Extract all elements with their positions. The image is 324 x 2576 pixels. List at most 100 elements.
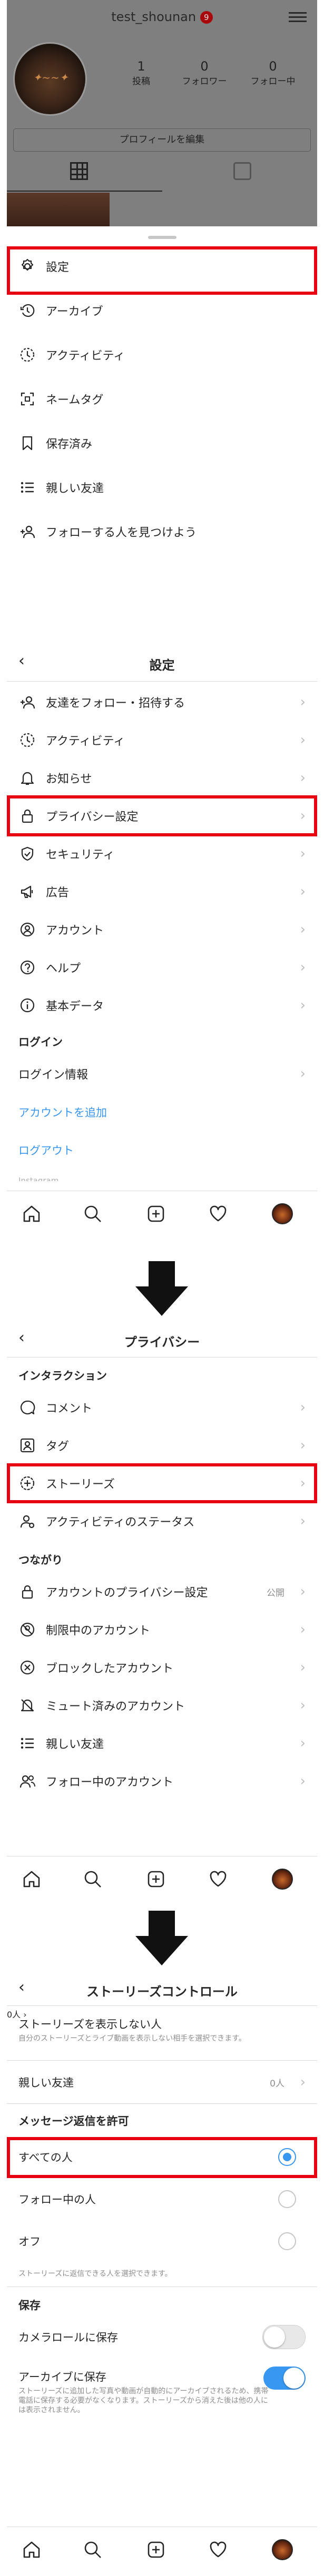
divider: [7, 2060, 317, 2061]
settings-item-notifications[interactable]: お知らせ ›: [7, 759, 317, 797]
lock-icon: [18, 1583, 36, 1601]
profile-avatar[interactable]: [270, 1867, 294, 1891]
profile-avatar[interactable]: [270, 2538, 294, 2562]
stat-following[interactable]: 0 フォロー中: [241, 59, 305, 87]
close-friends-icon: [18, 1734, 36, 1752]
down-arrow-icon: [135, 1911, 188, 1965]
menu-item-nametag[interactable]: ネームタグ: [7, 380, 317, 418]
nametag-icon: [18, 390, 36, 408]
chevron-right-icon: ›: [300, 1400, 306, 1415]
stat-followers[interactable]: 0 フォロワー: [175, 59, 233, 87]
story-controls-screen: ‹ ストーリーズコントロール ストーリーズを表示しない人 0人 › 自分のストー…: [7, 1971, 317, 2576]
camera-roll-row[interactable]: カメラロールに保存: [7, 2318, 317, 2356]
activity-icon: [18, 731, 36, 749]
heart-icon[interactable]: [206, 2538, 230, 2562]
divider: [7, 2103, 317, 2104]
privacy-item-blocked[interactable]: ブロックしたアカウント ›: [7, 1649, 317, 1686]
new-post-icon[interactable]: [144, 1867, 168, 1891]
privacy-item-comments[interactable]: コメント ›: [7, 1389, 317, 1426]
tag-icon: [18, 1436, 36, 1454]
grid-tab-icon[interactable]: [70, 162, 88, 180]
down-arrow-icon: [135, 1261, 188, 1316]
reply-section-header: メッセージ返信を許可: [18, 2115, 129, 2128]
settings-item-activity[interactable]: アクティビティ ›: [7, 721, 317, 759]
add-account-link[interactable]: アカウントを追加: [18, 1104, 107, 1120]
hide-story-row[interactable]: ストーリーズを表示しない人 0人 › 自分のストーリーズとライブ動画を表示しない…: [7, 2008, 317, 2058]
chevron-right-icon: ›: [300, 1584, 306, 1600]
search-icon[interactable]: [81, 1202, 105, 1226]
sheet-handle[interactable]: [148, 236, 176, 239]
chevron-right-icon: ›: [300, 1437, 306, 1453]
activity-icon: [18, 346, 36, 364]
settings-item-ads[interactable]: 広告 ›: [7, 873, 317, 911]
settings-item-about[interactable]: 基本データ ›: [7, 986, 317, 1024]
radio-unselected[interactable]: [278, 2232, 296, 2250]
home-icon[interactable]: [19, 1867, 44, 1891]
home-icon[interactable]: [19, 2538, 44, 2562]
camera-roll-toggle[interactable]: [262, 2325, 306, 2349]
header-divider: [7, 681, 317, 682]
chevron-right-icon: ›: [300, 694, 306, 710]
heart-icon[interactable]: [206, 1867, 230, 1891]
privacy-item-restricted[interactable]: 制限中のアカウント ›: [7, 1611, 317, 1649]
reply-hint: ストーリーズに返信できる人を選択できます。: [18, 2270, 172, 2278]
new-post-icon[interactable]: [144, 1202, 168, 1226]
bell-icon: [18, 769, 36, 787]
archive-description: ストーリーズに追加した写真や動画が自動的にアーカイブされるため、携帯電話に保存す…: [18, 2387, 269, 2414]
close-friends-icon: [18, 478, 36, 496]
settings-item-account[interactable]: アカウント ›: [7, 911, 317, 948]
settings-item-help[interactable]: ヘルプ ›: [7, 948, 317, 986]
close-friends-row[interactable]: 親しい友達 0人 ›: [7, 2063, 317, 2101]
chevron-right-icon: ›: [300, 770, 306, 786]
privacy-item-tags[interactable]: タグ ›: [7, 1426, 317, 1464]
menu-item-close-friends[interactable]: 親しい友達: [7, 468, 317, 506]
menu-item-saved[interactable]: 保存済み: [7, 424, 317, 462]
menu-item-activity[interactable]: アクティビティ: [7, 336, 317, 374]
profile-screen-dimmed: test_shounan 9 ✦~~✦ 1 投稿 0 フォロワー 0 フォロー中…: [7, 0, 317, 226]
menu-item-discover-people[interactable]: フォローする人を見つけよう: [7, 513, 317, 551]
megaphone-icon: [18, 883, 36, 901]
tagged-tab-icon[interactable]: [233, 162, 251, 180]
highlight-stories: [7, 1463, 317, 1503]
chevron-right-icon: ›: [300, 1773, 306, 1789]
home-icon[interactable]: [19, 1202, 44, 1226]
shield-icon: [18, 845, 36, 863]
settings-item-security[interactable]: セキュリティ ›: [7, 835, 317, 873]
logout-link[interactable]: ログアウト: [18, 1142, 74, 1158]
radio-unselected[interactable]: [278, 2190, 296, 2208]
edit-profile-button[interactable]: プロフィールを編集: [13, 128, 311, 152]
chevron-right-icon: ›: [300, 732, 306, 748]
profile-username[interactable]: test_shounan 9: [7, 9, 317, 24]
bookmark-icon: [18, 434, 36, 452]
blocked-icon: [18, 1659, 36, 1676]
privacy-item-following[interactable]: フォロー中のアカウント ›: [7, 1762, 317, 1800]
tab-indicator: [7, 191, 162, 192]
chevron-right-icon: ›: [300, 884, 306, 900]
muted-icon: [18, 1696, 36, 1714]
privacy-item-account-privacy[interactable]: アカウントのプライバシー設定 公開 ›: [7, 1573, 317, 1611]
page-title: 設定: [149, 658, 175, 673]
profile-avatar[interactable]: [270, 1202, 294, 1226]
reply-option-following[interactable]: フォロー中の人: [7, 2180, 317, 2218]
settings-item-follow-invite[interactable]: 友達をフォロー・招待する ›: [7, 683, 317, 721]
hamburger-menu-icon[interactable]: [289, 9, 307, 25]
privacy-item-activity-status[interactable]: アクティビティのステータス ›: [7, 1502, 317, 1540]
account-privacy-value: 公開: [267, 1587, 284, 1599]
avatar[interactable]: ✦~~✦: [13, 42, 87, 116]
reply-option-off[interactable]: オフ: [7, 2222, 317, 2260]
highlight-privacy: [7, 795, 317, 836]
privacy-item-close-friends[interactable]: 親しい友達 ›: [7, 1724, 317, 1762]
search-icon[interactable]: [81, 2538, 105, 2562]
search-icon[interactable]: [81, 1867, 105, 1891]
chevron-right-icon: ›: [300, 2074, 306, 2090]
settings-item-login-info[interactable]: ログイン情報 ›: [7, 1055, 317, 1093]
privacy-screen: ‹ プライバシー インタラクション コメント › タグ › ストーリーズ › ア…: [7, 1321, 317, 1905]
stat-posts[interactable]: 1 投稿: [117, 59, 165, 87]
heart-icon[interactable]: [206, 1202, 230, 1226]
post-thumbnail[interactable]: [7, 193, 110, 226]
menu-item-archive[interactable]: アーカイブ: [7, 292, 317, 330]
privacy-item-muted[interactable]: ミュート済みのアカウント ›: [7, 1686, 317, 1724]
new-post-icon[interactable]: [144, 2538, 168, 2562]
archive-icon: [18, 302, 36, 319]
archive-row[interactable]: アーカイブに保存 ストーリーズに追加した写真や動画が自動的にアーカイブされるため…: [7, 2359, 317, 2438]
